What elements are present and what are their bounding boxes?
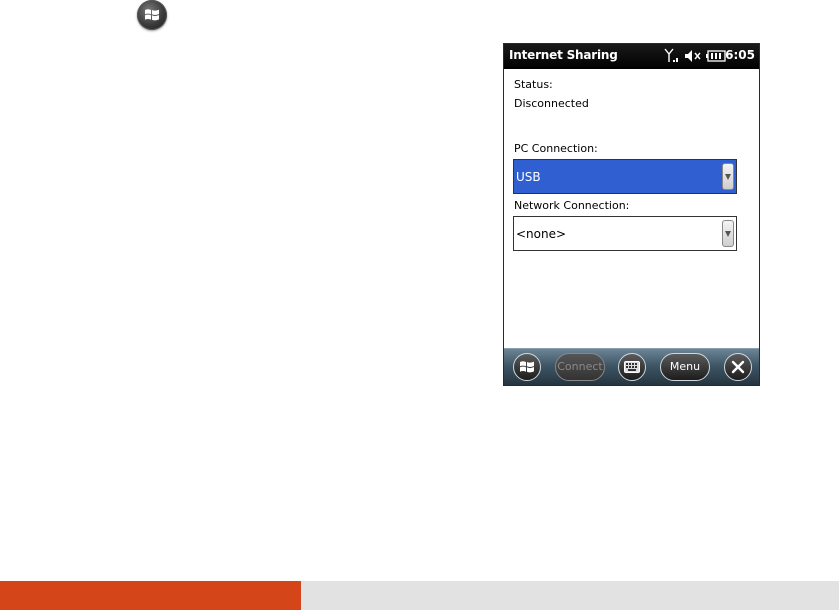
- windows-logo-icon: [137, 0, 167, 30]
- footer-bar: [301, 581, 839, 610]
- close-button[interactable]: [724, 353, 752, 381]
- window-title: Internet Sharing: [509, 48, 618, 62]
- pc-connection-value: USB: [516, 170, 541, 184]
- title-bar: Internet Sharing 6:05: [504, 44, 759, 69]
- speaker-muted-icon: [685, 50, 701, 62]
- signal-antenna-icon: [664, 48, 678, 62]
- pc-connection-dropdown[interactable]: USB: [513, 159, 737, 194]
- keyboard-icon: [624, 361, 640, 373]
- start-button[interactable]: [513, 353, 541, 381]
- close-icon: [731, 360, 745, 374]
- connect-button[interactable]: Connect: [555, 353, 605, 381]
- network-connection-dropdown[interactable]: <none>: [513, 216, 737, 251]
- status-label: Status:: [514, 78, 553, 91]
- chevron-down-icon[interactable]: [722, 163, 734, 190]
- footer-accent-bar: [0, 581, 301, 610]
- windows-logo-icon: [520, 361, 534, 373]
- network-connection-label: Network Connection:: [514, 199, 630, 212]
- network-connection-value: <none>: [516, 227, 567, 241]
- soft-key-bar: Connect Menu: [504, 348, 759, 385]
- menu-button[interactable]: Menu: [660, 353, 710, 381]
- device-screen: Internet Sharing 6:05 Status: Disconnect…: [503, 43, 760, 386]
- battery-icon: [706, 50, 726, 62]
- status-value: Disconnected: [514, 97, 589, 110]
- keyboard-button[interactable]: [618, 353, 646, 381]
- chevron-down-icon[interactable]: [722, 220, 734, 247]
- pc-connection-label: PC Connection:: [514, 142, 598, 155]
- clock: 6:05: [725, 48, 755, 62]
- content-area: Status: Disconnected PC Connection: USB …: [504, 69, 759, 349]
